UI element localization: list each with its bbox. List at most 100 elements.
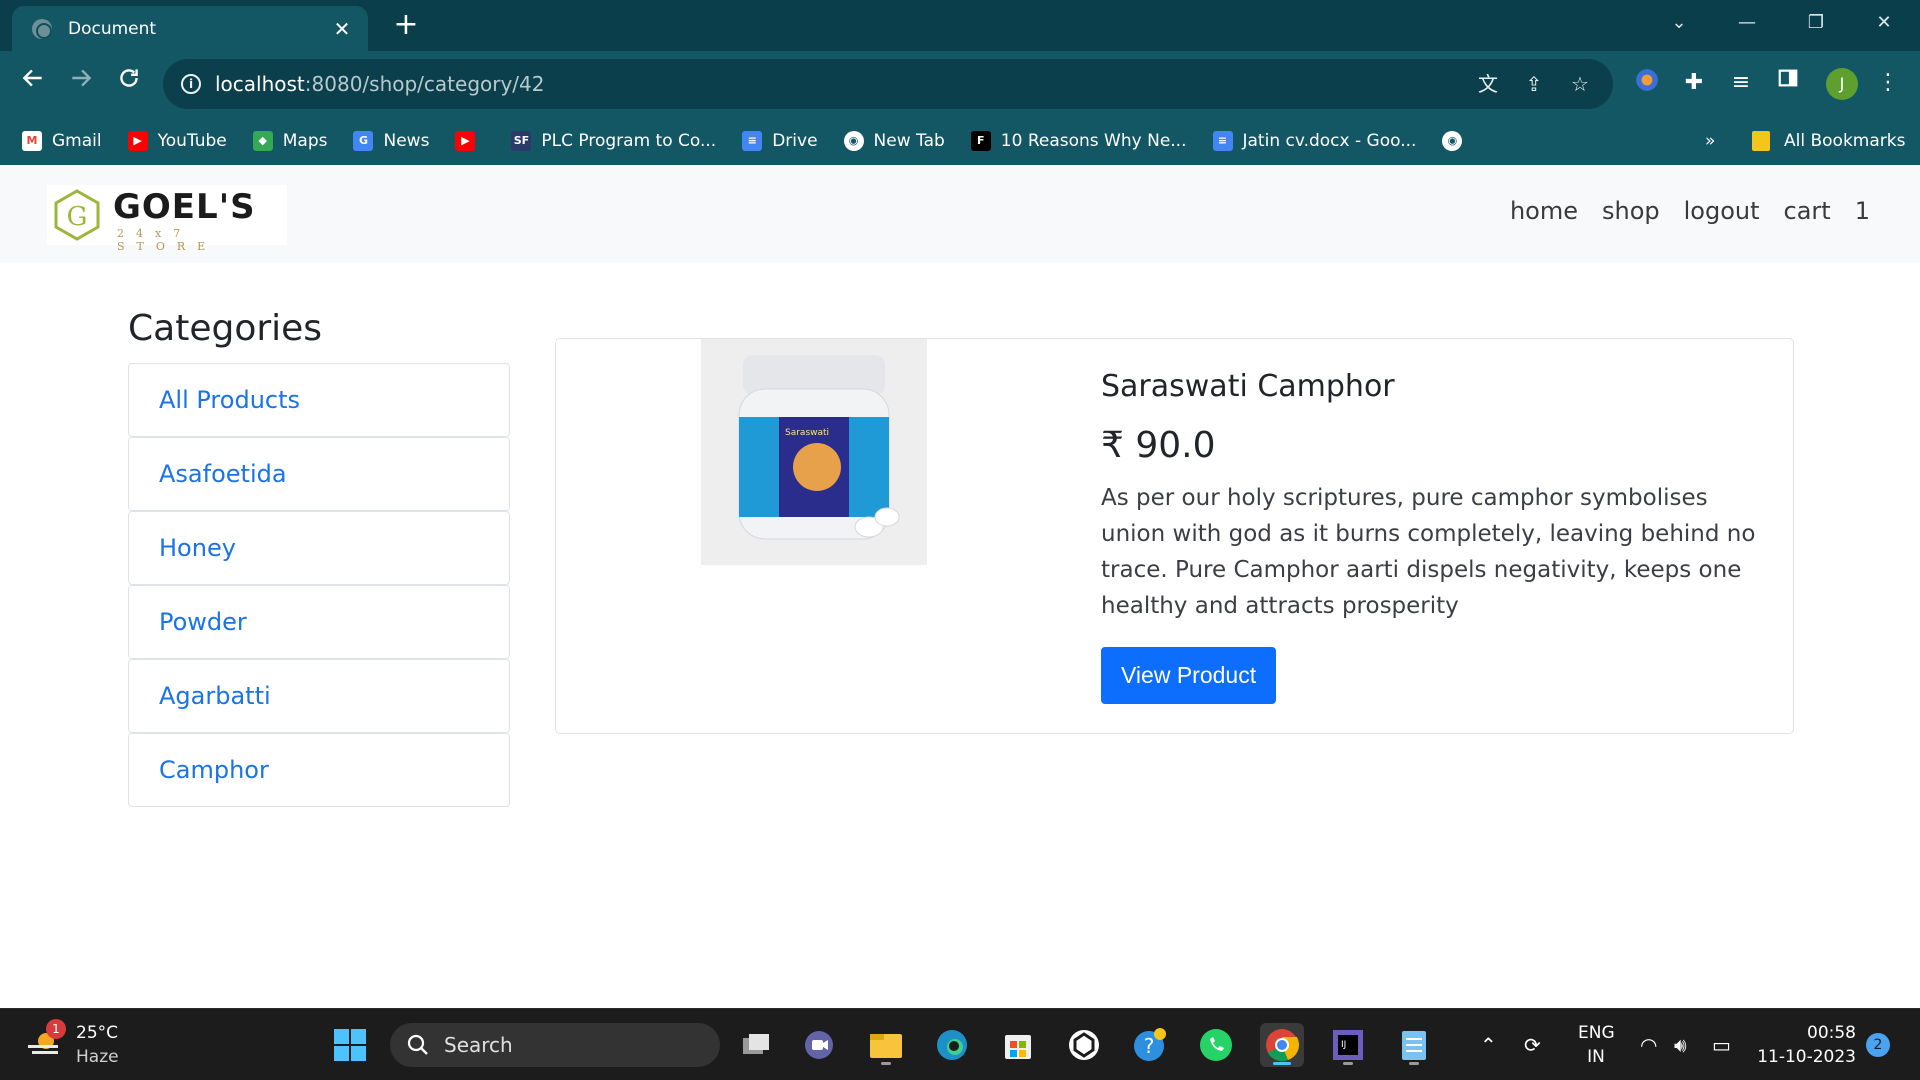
whatsapp-icon[interactable] <box>1194 1023 1238 1067</box>
bookmark-forbes[interactable]: F 10 Reasons Why Ne... <box>970 131 1187 151</box>
taskbar-search-box[interactable]: Search <box>390 1023 720 1067</box>
task-view-icon[interactable] <box>734 1023 778 1067</box>
category-camphor[interactable]: Camphor <box>128 733 510 807</box>
category-honey[interactable]: Honey <box>128 511 510 585</box>
weather-badge: 1 <box>46 1019 66 1039</box>
side-panel-icon[interactable] <box>1772 67 1804 99</box>
all-bookmarks-button[interactable]: All Bookmarks <box>1752 117 1905 165</box>
minimize-icon[interactable]: — <box>1727 8 1767 38</box>
share-icon[interactable]: ⇪ <box>1519 69 1549 99</box>
back-arrow-icon[interactable] <box>15 65 51 101</box>
url-path: :8080/shop/category/42 <box>304 72 545 96</box>
logo-text: GOEL'S <box>113 187 256 227</box>
weather-temperature[interactable]: 25°C <box>76 1023 118 1043</box>
browser-toolbar: i localhost:8080/shop/category/42 文 ⇪ ☆ … <box>0 51 1920 117</box>
microsoft-store-icon[interactable] <box>996 1023 1040 1067</box>
browser-tab[interactable]: Document ✕ <box>12 6 368 51</box>
category-all-products[interactable]: All Products <box>128 363 510 437</box>
media-controls-icon[interactable]: ≡ <box>1725 67 1757 99</box>
category-agarbatti[interactable]: Agarbatti <box>128 659 510 733</box>
weather-condition[interactable]: Haze <box>76 1047 119 1067</box>
docs-icon: ≡ <box>742 131 763 151</box>
bookmarks-overflow-button[interactable]: » <box>1705 117 1715 165</box>
site-navbar: G GOEL'S 24x7 STORE home shop logout car… <box>0 165 1920 263</box>
bookmark-star-icon[interactable]: ☆ <box>1565 69 1595 99</box>
svg-text:?: ? <box>1144 1034 1155 1058</box>
bookmark-plc[interactable]: SF PLC Program to Co... <box>511 131 716 151</box>
notification-badge[interactable]: 2 <box>1866 1033 1890 1057</box>
plc-icon: SF <box>511 131 532 151</box>
logo-subtext: 24x7 STORE <box>117 227 218 253</box>
file-explorer-icon[interactable] <box>864 1023 908 1067</box>
bookmarks-bar: M Gmail ▶ YouTube ◆ Maps G News ▶ SF PLC… <box>0 117 1920 165</box>
new-tab-button[interactable]: + <box>390 8 422 42</box>
notepad-icon[interactable] <box>1392 1023 1436 1067</box>
wifi-icon[interactable]: ◠ <box>1640 1033 1657 1057</box>
teams-chat-icon[interactable] <box>797 1023 841 1067</box>
battery-icon[interactable]: ▭ <box>1712 1033 1731 1057</box>
bookmark-news[interactable]: G News <box>353 131 429 151</box>
sync-icon[interactable]: ⟳ <box>1524 1033 1541 1057</box>
forward-arrow-icon[interactable] <box>63 65 99 101</box>
bookmark-youtube[interactable]: ▶ YouTube <box>127 131 227 151</box>
tab-search-icon[interactable]: ⌄ <box>1659 8 1699 38</box>
bookmark-drive[interactable]: ≡ Drive <box>742 131 818 151</box>
news-icon: G <box>353 131 374 151</box>
chrome-icon[interactable] <box>1260 1023 1304 1067</box>
address-bar[interactable]: i localhost:8080/shop/category/42 文 ⇪ ☆ <box>163 59 1613 109</box>
profile-avatar[interactable]: J <box>1826 68 1858 100</box>
nav-shop-link[interactable]: shop <box>1602 197 1660 225</box>
menu-kebab-icon[interactable]: ⋮ <box>1872 67 1904 99</box>
close-tab-icon[interactable]: ✕ <box>330 17 354 41</box>
product-description: As per our holy scriptures, pure camphor… <box>1101 485 1756 619</box>
translate-icon[interactable]: 文 <box>1473 69 1503 99</box>
cart-count[interactable]: 1 <box>1855 197 1870 225</box>
site-info-icon[interactable]: i <box>181 74 201 94</box>
edge-browser-icon[interactable] <box>930 1023 974 1067</box>
bookmark-maps[interactable]: ◆ Maps <box>252 131 327 151</box>
tab-title: Document <box>68 18 157 39</box>
gmail-icon: M <box>22 131 42 151</box>
language-indicator-bottom[interactable]: IN <box>1578 1047 1614 1067</box>
product-price: ₹ 90.0 <box>1101 425 1216 466</box>
folder-icon <box>1752 131 1770 151</box>
help-app-icon[interactable]: ? <box>1128 1023 1172 1067</box>
volume-icon[interactable]: 🔊︎ <box>1674 1033 1687 1057</box>
product-image: Saraswati <box>701 339 927 565</box>
bookmark-globe[interactable]: ◉ <box>1442 131 1472 151</box>
windows-start-icon[interactable] <box>333 1028 367 1062</box>
svg-text:IJ: IJ <box>1341 1040 1346 1050</box>
chatgpt-app-icon[interactable] <box>1062 1023 1106 1067</box>
view-product-button[interactable]: View Product <box>1101 647 1277 704</box>
restore-icon[interactable]: ❐ <box>1796 8 1836 38</box>
nav-logout-link[interactable]: logout <box>1684 197 1760 225</box>
store-logo[interactable]: G GOEL'S 24x7 STORE <box>47 185 287 253</box>
show-hidden-icons-chevron-icon[interactable]: ⌃ <box>1480 1033 1497 1057</box>
forbes-icon: F <box>970 131 991 151</box>
globe-icon: ◉ <box>843 131 864 151</box>
bookmark-jatin-cv[interactable]: ≡ Jatin cv.docx - Goo... <box>1212 131 1416 151</box>
bookmark-youtube-2[interactable]: ▶ <box>455 131 485 151</box>
extensions-puzzle-icon[interactable]: ✚ <box>1678 67 1710 99</box>
clock-time[interactable]: 00:58 <box>1752 1023 1856 1043</box>
clock-date[interactable]: 11-10-2023 <box>1752 1047 1856 1067</box>
category-powder[interactable]: Powder <box>128 585 510 659</box>
product-card: Saraswati Saraswati Camphor ₹ 90.0 As pe… <box>555 338 1794 734</box>
close-window-icon[interactable]: ✕ <box>1864 8 1904 38</box>
bookmark-new-tab[interactable]: ◉ New Tab <box>843 131 945 151</box>
language-indicator-top[interactable]: ENG <box>1578 1023 1615 1043</box>
globe-icon <box>32 18 52 39</box>
search-icon <box>407 1034 428 1055</box>
bookmark-gmail[interactable]: M Gmail <box>22 131 102 151</box>
product-image-label: Saraswati <box>785 428 829 438</box>
maps-icon: ◆ <box>252 131 273 151</box>
extension-icon[interactable] <box>1631 67 1663 99</box>
nav-home-link[interactable]: home <box>1510 197 1578 225</box>
category-asafoetida[interactable]: Asafoetida <box>128 437 510 511</box>
intellij-icon[interactable]: IJ <box>1326 1023 1370 1067</box>
category-list: All Products Asafoetida Honey Powder Aga… <box>128 363 510 807</box>
categories-heading: Categories <box>128 308 323 349</box>
nav-cart-link[interactable]: cart <box>1784 197 1831 225</box>
globe-icon: ◉ <box>1442 131 1463 151</box>
reload-icon[interactable] <box>111 65 147 101</box>
